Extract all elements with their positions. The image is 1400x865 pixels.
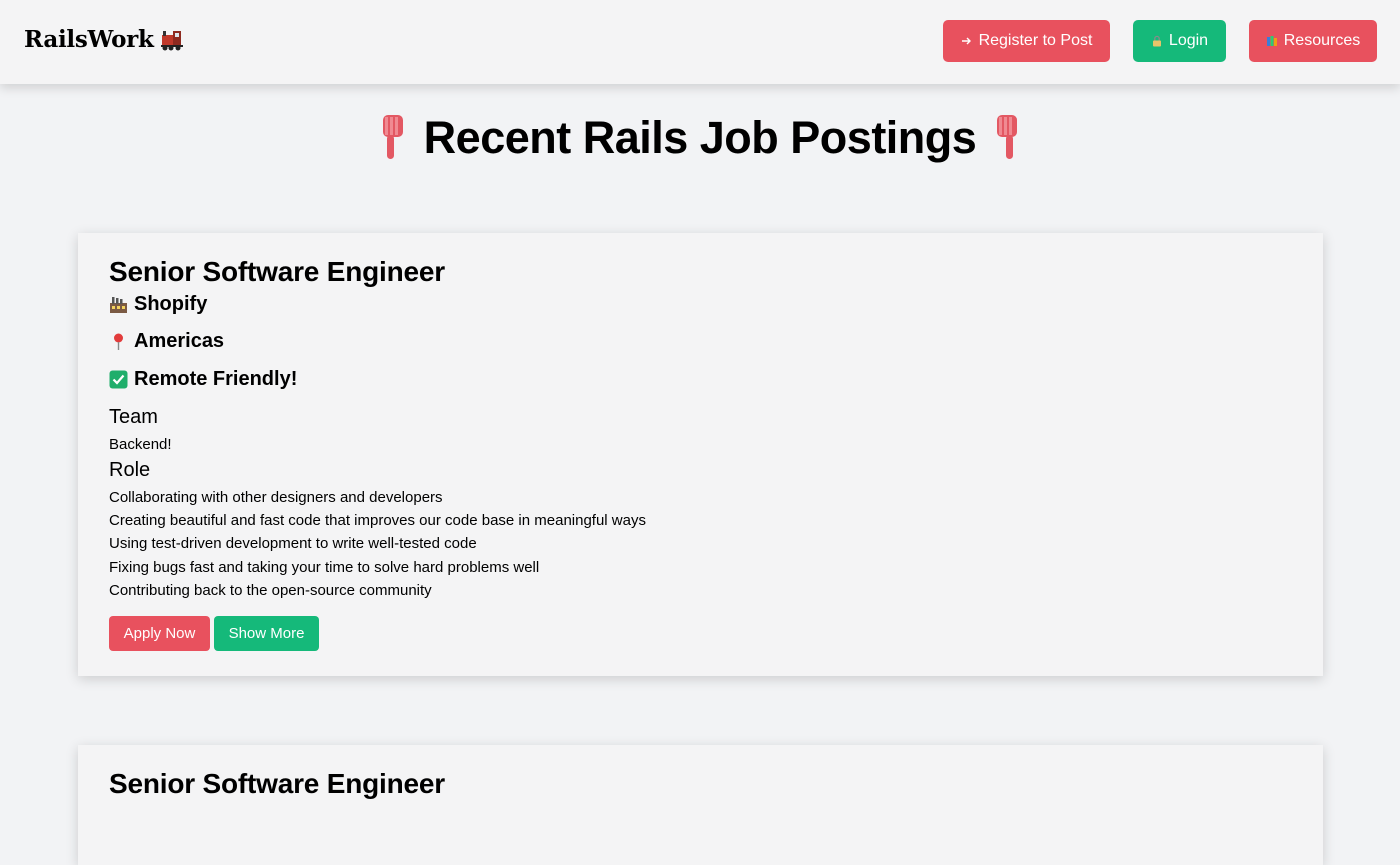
show-more-button[interactable]: Show More <box>214 616 319 651</box>
register-label: Register to Post <box>978 32 1093 49</box>
books-icon <box>1266 36 1277 46</box>
page-headline: Recent Rails Job Postings <box>0 112 1400 164</box>
job-card: Senior Software Engineer Shopify America… <box>78 233 1323 676</box>
headline-text: Recent Rails Job Postings <box>423 112 977 163</box>
location-text: Americas <box>134 330 225 352</box>
job-title: Senior Software Engineer <box>109 768 445 799</box>
check-box-icon <box>109 370 128 389</box>
remote-row: Remote Friendly! <box>109 368 297 391</box>
role-heading: Role <box>109 459 151 481</box>
pointing-down-icon <box>997 115 1018 159</box>
company-row: Shopify <box>109 293 207 316</box>
team-heading: Team <box>109 406 158 428</box>
lock-icon <box>1152 35 1161 47</box>
role-line: Creating beautiful and fast code that im… <box>109 512 646 529</box>
role-line: Collaborating with other designers and d… <box>109 489 443 506</box>
role-line: Contributing back to the open-source com… <box>109 582 432 599</box>
apply-now-button[interactable]: Apply Now <box>109 616 210 651</box>
location-row: Americas <box>109 330 224 353</box>
company-name: Shopify <box>134 293 208 315</box>
login-button[interactable]: Login <box>1133 20 1226 62</box>
pointing-down-icon <box>382 115 403 159</box>
top-navbar: RailsWork Register to Post Login Resourc… <box>0 0 1400 84</box>
brand-name: RailsWork <box>24 26 154 53</box>
location-pin-icon <box>114 333 123 350</box>
role-line: Fixing bugs fast and taking your time to… <box>109 559 540 576</box>
login-label: Login <box>1168 32 1209 49</box>
job-card: Senior Software Engineer <box>78 745 1323 865</box>
train-icon <box>160 30 183 50</box>
register-to-post-button[interactable]: Register to Post <box>943 20 1110 62</box>
resources-button[interactable]: Resources <box>1249 20 1377 62</box>
factory-icon <box>110 297 127 313</box>
resources-label: Resources <box>1283 32 1361 49</box>
remote-text: Remote Friendly! <box>134 368 298 390</box>
brand-logo[interactable]: RailsWork <box>24 26 184 53</box>
job-title: Senior Software Engineer <box>109 256 445 287</box>
arrow-right-icon <box>961 37 971 45</box>
team-text: Backend! <box>109 436 172 453</box>
role-line: Using test-driven development to write w… <box>109 535 477 552</box>
